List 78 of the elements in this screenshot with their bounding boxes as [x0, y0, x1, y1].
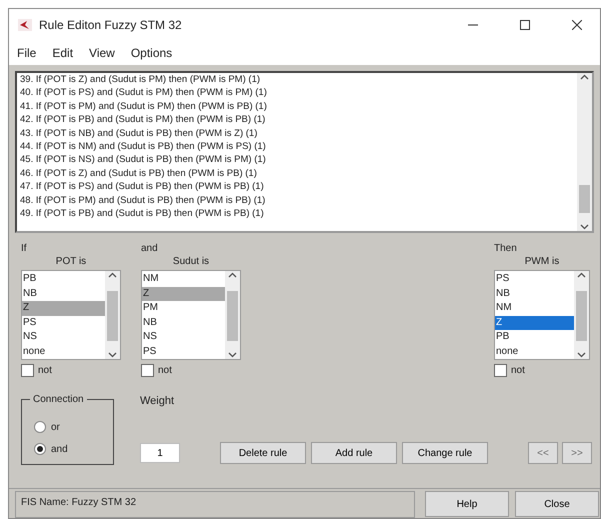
- heading-label: Then: [494, 242, 518, 254]
- rule-button[interactable]: Change rule: [402, 442, 488, 464]
- rule-item[interactable]: 42. If (POT is PB) and (Sudut is PM) then (PWM is PB) (1): [20, 113, 574, 127]
- not-checkbox[interactable]: [141, 364, 154, 377]
- checkbox-label: not: [158, 364, 172, 378]
- scrollbar-thumb[interactable]: [227, 291, 238, 341]
- scrollbar-thumb[interactable]: [579, 185, 590, 213]
- scroll-up-icon: [577, 271, 586, 280]
- rule-item[interactable]: 49. If (POT is PB) and (Sudut is PB) then (PWM is PB) (1): [20, 207, 574, 220]
- list-option[interactable]: PM: [142, 301, 225, 316]
- scrollbar[interactable]: [225, 271, 240, 359]
- list-option[interactable]: PB: [495, 330, 574, 345]
- scrollbar[interactable]: [577, 73, 592, 231]
- rule-item[interactable]: 43. If (POT is NB) and (Sudut is PB) then (PWM is Z) (1): [20, 126, 574, 140]
- rule-item[interactable]: 48. If (POT is PM) and (Sudut is PB) then (PWM is PB) (1): [20, 194, 574, 208]
- rule-item[interactable]: 46. If (POT is Z) and (Sudut is PB) then (PWM is PB) (1): [20, 166, 574, 180]
- menu-item[interactable]: Options: [124, 42, 178, 64]
- close-button[interactable]: Close: [515, 491, 599, 517]
- rule-item[interactable]: 40. If (POT is PS) and (Sudut is PM) then (PWM is PM) (1): [20, 86, 574, 100]
- weight-field[interactable]: 1: [140, 443, 180, 463]
- not-checkbox[interactable]: [21, 364, 34, 377]
- rule-item[interactable]: 47. If (POT is PS) and (Sudut is PB) then (PWM is PB) (1): [20, 180, 574, 194]
- rule-item[interactable]: 41. If (POT is PM) and (Sudut is PM) then (PWM is PB) (1): [20, 100, 574, 114]
- list-option[interactable]: PS: [142, 344, 225, 360]
- list-option[interactable]: Z: [495, 316, 574, 330]
- scroll-down-icon: [228, 350, 237, 359]
- menu-item[interactable]: File: [11, 42, 42, 64]
- app-icon: [17, 17, 33, 33]
- scroll-up-icon: [228, 271, 237, 280]
- heading-label: and: [141, 242, 159, 254]
- radio-button[interactable]: [34, 443, 46, 455]
- list-option[interactable]: NS: [22, 330, 105, 345]
- list-option[interactable]: PB: [22, 272, 105, 287]
- menu-item[interactable]: Edit: [46, 42, 80, 64]
- close-icon: [572, 20, 582, 30]
- list-option[interactable]: Z: [22, 301, 105, 316]
- variable-label: POT is: [54, 255, 88, 269]
- not-checkbox[interactable]: [494, 364, 507, 377]
- rule-button[interactable]: Add rule: [311, 442, 397, 464]
- list-option[interactable]: Z: [142, 286, 225, 302]
- status-text: FIS Name: Fuzzy STM 32: [15, 491, 415, 518]
- rule-button[interactable]: Delete rule: [220, 442, 306, 464]
- list-option[interactable]: NM: [495, 301, 574, 316]
- list-option[interactable]: none: [22, 344, 105, 360]
- menu-item[interactable]: View: [83, 42, 121, 64]
- scroll-up-icon: [108, 271, 117, 280]
- radio-label: and: [51, 442, 68, 456]
- list-option[interactable]: NB: [22, 286, 105, 302]
- rule-list[interactable]: [15, 71, 594, 233]
- maximize-icon: [520, 20, 530, 30]
- help-button[interactable]: Help: [425, 491, 509, 517]
- list-option[interactable]: NS: [142, 330, 225, 345]
- radio-label: or: [51, 420, 60, 434]
- scroll-down-icon: [580, 222, 589, 231]
- scroll-down-icon: [108, 350, 117, 359]
- scrollbar[interactable]: [574, 271, 589, 359]
- scrollbar-thumb[interactable]: [576, 291, 587, 341]
- scrollbar-thumb[interactable]: [107, 291, 118, 341]
- list-option[interactable]: PS: [22, 316, 105, 330]
- rule-item[interactable]: 39. If (POT is Z) and (Sudut is PM) then (PWM is PM) (1): [20, 73, 574, 86]
- scroll-up-icon: [580, 73, 589, 82]
- checkbox-label: not: [38, 364, 52, 378]
- heading-label: If: [21, 242, 28, 254]
- list-option[interactable]: PS: [495, 272, 574, 287]
- window-title: Rule Editon Fuzzy STM 32: [39, 17, 183, 34]
- list-option[interactable]: NM: [142, 272, 225, 287]
- weight-label: Weight: [140, 394, 176, 409]
- rule-item[interactable]: 44. If (POT is NM) and (Sudut is PB) then (PWM is PS) (1): [20, 140, 574, 154]
- list-option[interactable]: NB: [495, 286, 574, 302]
- variable-label: PWM is: [524, 255, 560, 269]
- scrollbar[interactable]: [105, 271, 120, 359]
- rule-item[interactable]: 45. If (POT is NS) and (Sudut is PB) then (PWM is PM) (1): [20, 153, 574, 167]
- checkbox-label: not: [511, 364, 525, 378]
- list-option[interactable]: none: [495, 344, 574, 360]
- radio-button[interactable]: [34, 421, 46, 433]
- list-option[interactable]: NB: [142, 316, 225, 330]
- scroll-down-icon: [577, 350, 586, 359]
- variable-label: Sudut is: [172, 255, 210, 269]
